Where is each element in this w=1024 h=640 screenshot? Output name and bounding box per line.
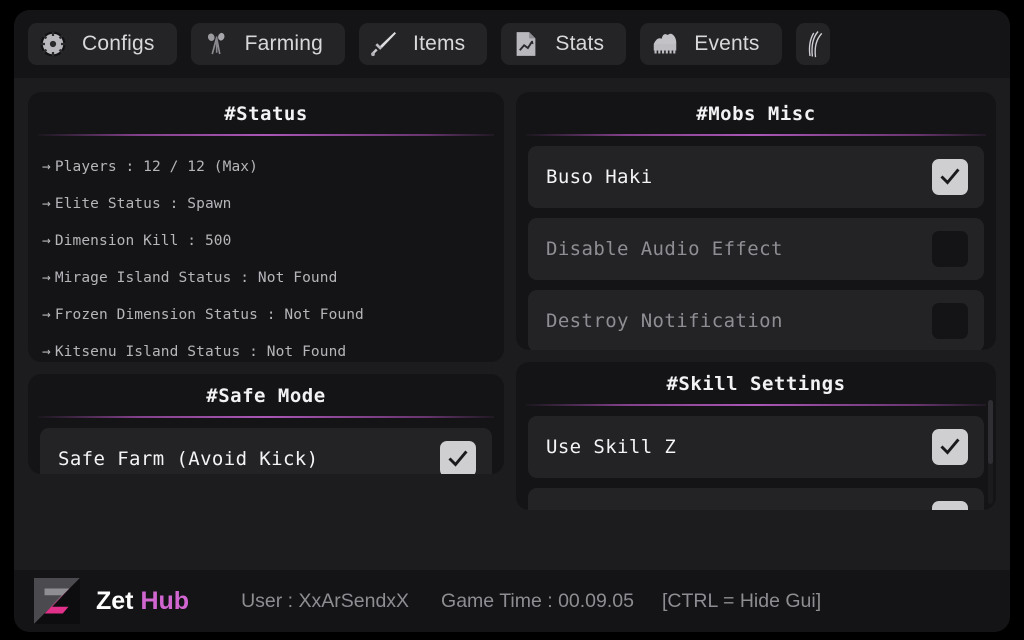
status-row-text: Frozen Dimension Status : Not Found: [54, 306, 364, 323]
check-icon: [448, 450, 468, 467]
status-row: → Kitsenu Island Status : Not Found: [42, 333, 490, 362]
tab-items[interactable]: Items: [359, 23, 488, 65]
checkbox-safe-farm[interactable]: [440, 441, 476, 474]
farming-tools-icon: [207, 32, 225, 55]
toggle-label: Safe Farm (Avoid Kick): [58, 448, 319, 470]
mobs-misc-panel: #Mobs Misc Buso Haki Disable Audio Effec…: [516, 92, 996, 350]
tab-farming[interactable]: Farming: [190, 23, 346, 65]
tab-label-events: Events: [694, 32, 760, 55]
brand-primary: Zet: [96, 586, 134, 615]
status-panel: #Status → Players : 12 / 12 (Max) → Elite …: [28, 92, 504, 362]
arrow-icon: →: [42, 195, 51, 212]
skill-settings-scrollbar[interactable]: [988, 400, 993, 504]
left-column: #Status → Players : 12 / 12 (Max) → Elite …: [28, 92, 504, 570]
footer-bar: Zet Hub User : XxArSendxX Game Time : 00…: [14, 570, 1010, 632]
tab-label-farming: Farming: [244, 32, 324, 55]
status-row: → Frozen Dimension Status : Not Found: [42, 296, 490, 333]
tab-stats[interactable]: Stats: [501, 23, 627, 65]
tab-partial-feather[interactable]: [795, 23, 830, 65]
skill-settings-body: Use Skill Z Use Skill X: [516, 406, 996, 510]
status-panel-title: #Status: [224, 103, 308, 125]
arrow-icon: →: [42, 158, 51, 175]
brand-accent: Hub: [140, 586, 190, 615]
footer-hotkey-hint: [CTRL = Hide Gui]: [661, 589, 822, 612]
status-row-text: Mirage Island Status : Not Found: [54, 269, 338, 286]
tab-bar: Configs Farming Items Stats Events: [14, 10, 1010, 78]
toggle-label: Use Skill Z: [546, 436, 677, 458]
status-list: → Players : 12 / 12 (Max) → Elite Status :…: [28, 136, 504, 362]
status-row: → Mirage Island Status : Not Found: [42, 259, 490, 296]
checkbox-buso-haki[interactable]: [932, 159, 968, 195]
feather-icon: [808, 31, 822, 58]
check-icon: [940, 168, 960, 185]
check-icon: [940, 438, 960, 455]
status-row-text: Dimension Kill : 500: [54, 232, 232, 249]
toggle-row-safe-farm[interactable]: Safe Farm (Avoid Kick): [40, 428, 492, 474]
footer-game-time: Game Time : 00.09.05: [441, 589, 634, 612]
sword-icon: [371, 32, 397, 57]
toggle-row-disable-audio-effect[interactable]: Disable Audio Effect: [528, 218, 984, 280]
status-row-text: Players : 12 / 12 (Max): [54, 158, 258, 175]
tab-configs[interactable]: Configs: [28, 23, 177, 65]
footer-user: User : XxArSendxX: [241, 589, 410, 612]
tab-label-configs: Configs: [82, 32, 155, 55]
status-row-text: Kitsenu Island Status : Not Found: [54, 343, 347, 360]
tab-label-stats: Stats: [555, 32, 605, 55]
safe-mode-panel: #Safe Mode Safe Farm (Avoid Kick): [28, 374, 504, 474]
hub-window: Configs Farming Items Stats Events #Stat…: [14, 10, 1010, 632]
mobs-misc-panel-title: #Mobs Misc: [696, 103, 816, 125]
wave-boat-icon: [653, 33, 677, 54]
arrow-icon: →: [42, 232, 51, 249]
app-root: Configs Farming Items Stats Events #Stat…: [0, 0, 1024, 640]
toggle-row-use-skill-x[interactable]: Use Skill X: [528, 488, 984, 510]
status-row: → Dimension Kill : 500: [42, 222, 490, 259]
safe-mode-body: Safe Farm (Avoid Kick): [28, 418, 504, 474]
toggle-row-destroy-notification[interactable]: Destroy Notification: [528, 290, 984, 350]
checkbox-destroy-notification[interactable]: [932, 303, 968, 339]
skill-settings-panel: #Skill Settings Use Skill Z Use Skill X: [516, 362, 996, 510]
tab-label-items: Items: [413, 32, 466, 55]
arrow-icon: →: [42, 269, 51, 286]
toggle-label: Buso Haki: [546, 166, 653, 188]
tab-events[interactable]: Events: [640, 23, 782, 65]
status-row: → Players : 12 / 12 (Max): [42, 148, 490, 185]
scrollbar-thumb[interactable]: [988, 400, 993, 465]
status-row: → Elite Status : Spawn: [42, 185, 490, 222]
checkbox-use-skill-z[interactable]: [932, 429, 968, 465]
toggle-row-buso-haki[interactable]: Buso Haki: [528, 146, 984, 208]
checkbox-use-skill-x[interactable]: [932, 501, 968, 510]
safe-mode-panel-title: #Safe Mode: [206, 385, 326, 407]
arrow-icon: →: [42, 343, 51, 360]
skill-settings-panel-title: #Skill Settings: [666, 373, 846, 395]
check-icon: [938, 507, 962, 510]
right-column: #Mobs Misc Buso Haki Disable Audio Effec…: [516, 92, 996, 570]
brand-title: Zet Hub: [96, 587, 189, 616]
zet-z-logo-icon: [34, 578, 80, 624]
mobs-misc-body: Buso Haki Disable Audio Effect Destroy N…: [516, 136, 996, 350]
toggle-label: Use Skill X: [546, 508, 676, 510]
chart-document-icon: [517, 32, 536, 56]
status-row-text: Elite Status : Spawn: [54, 195, 232, 212]
toggle-label: Destroy Notification: [546, 310, 783, 332]
toggle-row-use-skill-z[interactable]: Use Skill Z: [528, 416, 984, 478]
gear-icon: [40, 31, 66, 57]
arrow-icon: →: [42, 306, 51, 323]
checkbox-disable-audio-effect[interactable]: [932, 231, 968, 267]
toggle-label: Disable Audio Effect: [546, 238, 783, 260]
